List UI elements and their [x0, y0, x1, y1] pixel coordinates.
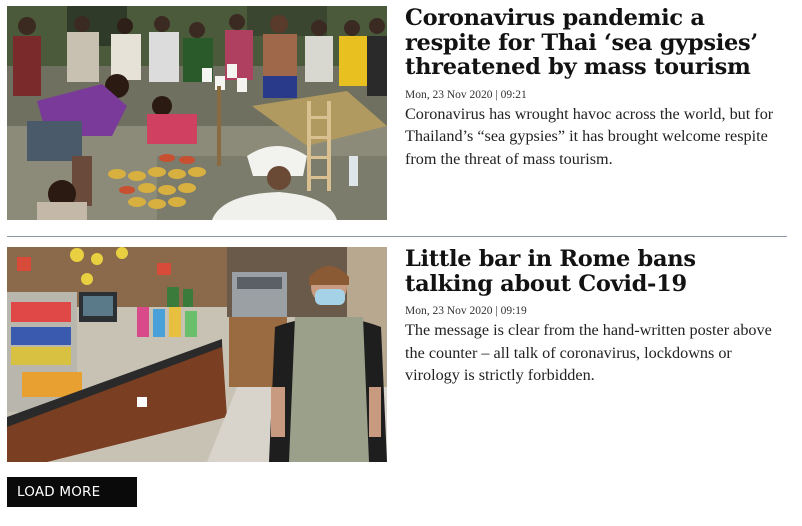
- rome-bar-photo: [7, 247, 387, 462]
- article-thumbnail[interactable]: [7, 247, 387, 462]
- sea-gypsies-photo: [7, 6, 387, 220]
- article-timestamp: Mon, 23 Nov 2020 | 09:19: [405, 305, 527, 317]
- article-summary: Coronavirus has wrought havoc across the…: [405, 104, 774, 168]
- article-text: Coronavirus pandemic a respite for Thai …: [405, 6, 789, 170]
- article-summary: The message is clear from the hand-writt…: [405, 321, 772, 384]
- article-timestamp: Mon, 23 Nov 2020 | 09:21: [405, 88, 527, 101]
- load-more-button[interactable]: LOAD MORE: [7, 477, 137, 507]
- article-headline[interactable]: Little bar in Rome bans talking about Co…: [405, 247, 789, 296]
- article-divider: [7, 236, 787, 237]
- article-card: Coronavirus pandemic a respite for Thai …: [7, 6, 787, 220]
- article-thumbnail[interactable]: [7, 6, 387, 220]
- article-text: Little bar in Rome bans talking about Co…: [405, 247, 789, 387]
- article-headline[interactable]: Coronavirus pandemic a respite for Thai …: [405, 6, 789, 80]
- article-card: Little bar in Rome bans talking about Co…: [7, 247, 787, 462]
- news-list-page: Coronavirus pandemic a respite for Thai …: [0, 0, 802, 526]
